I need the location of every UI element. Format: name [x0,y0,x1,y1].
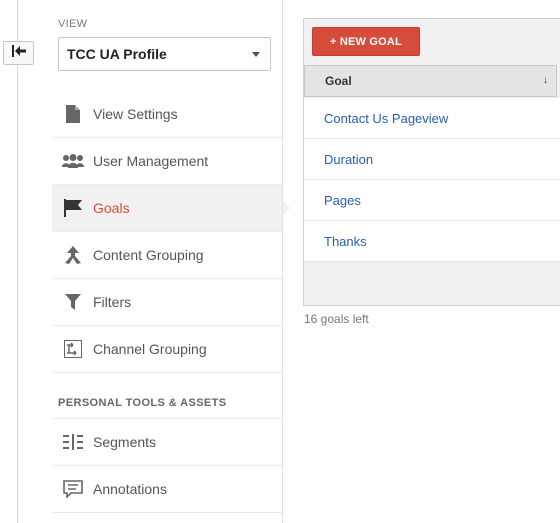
table-row: Contact Us Pageview [304,98,560,139]
active-indicator [282,199,290,217]
goal-link[interactable]: Contact Us Pageview [324,111,448,126]
sidebar-item-channel-grouping[interactable]: Channel Grouping [52,326,282,373]
table-row: Pages [304,180,560,221]
sidebar-item-label: Goals [93,200,130,216]
content-grouping-icon [52,246,93,264]
goal-link[interactable]: Duration [324,152,373,167]
sidebar-item-label: Filters [93,294,132,310]
flag-icon [52,199,93,217]
sort-down-icon: ↓ [543,75,548,86]
channel-grouping-icon [52,340,93,358]
sidebar-item-filters[interactable]: Filters [52,279,282,326]
sidebar-item-label: Content Grouping [93,247,204,263]
column-header-label: Goal [325,74,352,88]
panel-divider [282,0,283,523]
rail-line [17,0,18,523]
section-heading: PERSONAL TOOLS & ASSETS [58,397,227,409]
goal-column-header[interactable]: Goal ↓ [304,65,557,97]
view-select[interactable]: TCC UA Profile [58,37,271,71]
sidebar-item-content-grouping[interactable]: Content Grouping [52,232,282,279]
sidebar-item-label: Channel Grouping [93,341,207,357]
goal-link[interactable]: Thanks [324,234,367,249]
view-select-value: TCC UA Profile [67,46,167,62]
filter-icon [52,294,93,310]
new-goal-button[interactable]: + NEW GOAL [312,27,420,56]
goal-link[interactable]: Pages [324,193,361,208]
sidebar-item-segments[interactable]: Segments [52,419,282,466]
annotation-icon [52,480,93,498]
table-row: Thanks [304,221,560,262]
back-button[interactable] [3,41,34,65]
sidebar-item-user-management[interactable]: User Management [52,138,282,185]
sidebar-item-label: Annotations [93,481,167,497]
sidebar-item-label: View Settings [93,106,178,122]
goals-remaining: 16 goals left [304,312,369,326]
sidebar-item-view-settings[interactable]: View Settings [52,91,282,138]
chevron-down-icon [252,52,260,57]
sidebar-item-label: Segments [93,434,157,450]
sidebar-item-label: User Management [93,153,209,169]
sidebar-item-annotations[interactable]: Annotations [52,466,282,513]
segments-icon [52,434,93,450]
view-label: VIEW [58,18,88,30]
arrow-left-icon [11,44,27,62]
document-icon [52,105,93,123]
table-row: Duration [304,139,560,180]
sidebar-item-goals[interactable]: Goals [52,185,282,232]
users-icon [52,154,93,168]
